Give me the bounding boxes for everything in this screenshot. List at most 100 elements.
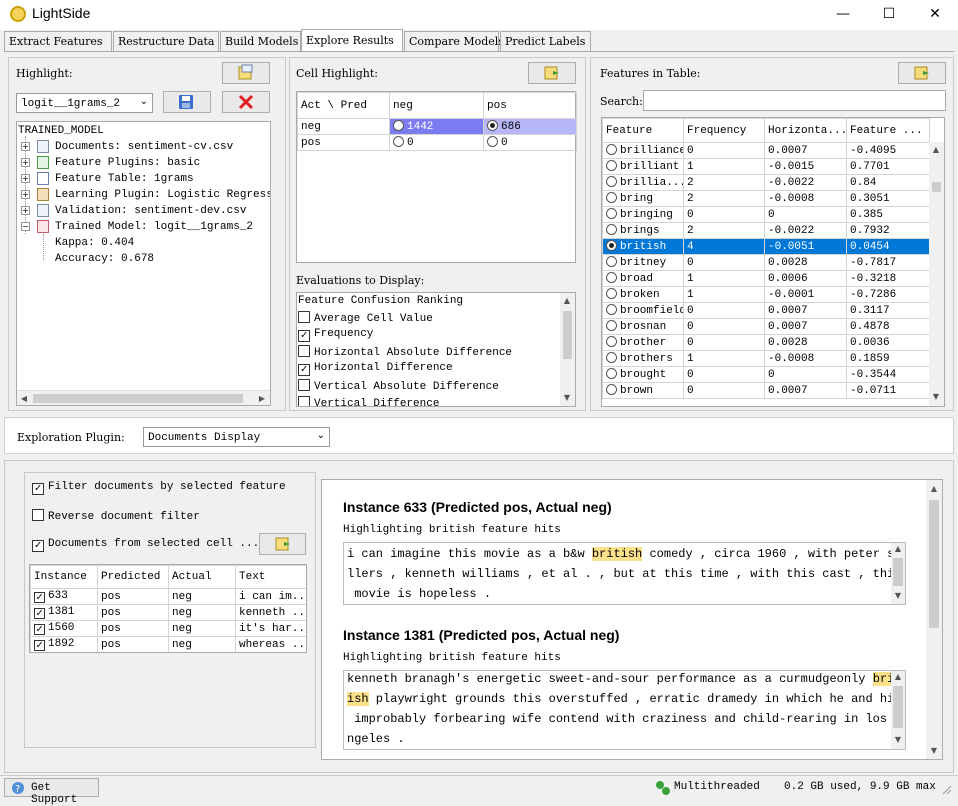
radio-icon[interactable]: [606, 336, 617, 347]
radio-icon[interactable]: [606, 208, 617, 219]
checkbox-icon[interactable]: [298, 396, 310, 406]
scroll-thumb[interactable]: [893, 686, 903, 728]
scroll-up-icon[interactable]: ▲: [560, 296, 574, 305]
feature-row[interactable]: brother 0 0.0028 0.0036: [602, 334, 930, 351]
feature-row[interactable]: brillia... 2 -0.0022 0.84: [602, 174, 930, 191]
tab-explore-results[interactable]: Explore Results: [301, 29, 403, 51]
checkbox-checked-icon[interactable]: ✓: [32, 483, 44, 495]
scroll-thumb[interactable]: [563, 311, 572, 359]
delete-model-button[interactable]: [222, 91, 270, 113]
feature-row[interactable]: bringing 0 0 0.385: [602, 206, 930, 223]
tree-validation[interactable]: Validation: sentiment-dev.csv: [55, 205, 246, 217]
instance-row[interactable]: ✓ 1381 pos neg kenneth ...: [30, 604, 306, 621]
feature-row[interactable]: broomfield 0 0.0007 0.3117: [602, 302, 930, 319]
checkbox-icon[interactable]: [298, 345, 310, 357]
scroll-up-icon[interactable]: ▲: [927, 484, 941, 493]
scroll-down-icon[interactable]: ▼: [560, 393, 574, 402]
search-input[interactable]: [643, 90, 946, 111]
matrix-cell[interactable]: 1442: [389, 118, 484, 135]
scroll-thumb[interactable]: [932, 182, 941, 192]
col-text[interactable]: Text: [235, 565, 306, 589]
instance-row[interactable]: ✓ 1892 pos neg whereas ...: [30, 636, 306, 652]
tree-trained-model[interactable]: Trained Model: logit__1grams_2: [55, 221, 253, 233]
evaluation-item[interactable]: Vertical Difference: [298, 396, 439, 406]
feature-row[interactable]: brings 2 -0.0022 0.7932: [602, 222, 930, 239]
doc-scrollbar[interactable]: ▲ ▼: [891, 671, 905, 749]
evaluation-item[interactable]: Vertical Absolute Difference: [298, 379, 499, 393]
expand-icon[interactable]: +: [21, 190, 30, 199]
col-actual[interactable]: Actual: [168, 565, 236, 589]
evaluation-item[interactable]: Average Cell Value: [298, 311, 433, 325]
scroll-up-icon[interactable]: ▲: [891, 672, 905, 681]
features-scrollbar[interactable]: ▲ ▼: [929, 142, 944, 406]
doc-scrollbar[interactable]: ▲ ▼: [891, 543, 905, 604]
checkbox-icon[interactable]: [298, 379, 310, 391]
checkbox-checked-icon[interactable]: ✓: [34, 640, 45, 652]
documents-from-cell[interactable]: ✓ Documents from selected cell ...: [32, 538, 259, 552]
radio-icon[interactable]: [606, 192, 617, 203]
radio-icon[interactable]: [606, 288, 617, 299]
tree-learning-plugin[interactable]: Learning Plugin: Logistic Regressic: [55, 189, 270, 201]
tree-scrollbar-h[interactable]: ◀ ▶: [17, 390, 270, 405]
exploration-plugin-select[interactable]: Documents Display ⌄: [143, 427, 330, 447]
feature-row[interactable]: brilliant 1 -0.0015 0.7701: [602, 158, 930, 175]
scroll-down-icon[interactable]: ▼: [891, 735, 905, 744]
instance-row[interactable]: ✓ 1560 pos neg it's har...: [30, 620, 306, 637]
expand-icon[interactable]: +: [21, 206, 30, 215]
tab-build-models[interactable]: Build Models: [220, 31, 301, 51]
tree-feature-plugins[interactable]: Feature Plugins: basic: [55, 157, 200, 169]
scroll-up-icon[interactable]: ▲: [891, 544, 905, 553]
save-model-button[interactable]: [163, 91, 211, 113]
scroll-thumb[interactable]: [893, 558, 903, 586]
radio-icon[interactable]: [606, 176, 617, 187]
features-export-button[interactable]: [898, 62, 946, 84]
radio-icon[interactable]: [606, 320, 617, 331]
col-instance[interactable]: Instance: [30, 565, 98, 589]
radio-icon[interactable]: [606, 272, 617, 283]
radio-icon[interactable]: [606, 304, 617, 315]
checkbox-checked-icon[interactable]: ✓: [298, 364, 310, 376]
tree-documents[interactable]: Documents: sentiment-cv.csv: [55, 141, 233, 153]
col-horizontal[interactable]: Horizonta...: [764, 118, 847, 143]
evaluation-item[interactable]: Horizontal Absolute Difference: [298, 345, 512, 359]
close-button[interactable]: ✕: [912, 0, 958, 30]
feature-row[interactable]: brosnan 0 0.0007 0.4878: [602, 318, 930, 335]
cell-export-button[interactable]: [528, 62, 576, 84]
tab-compare-models[interactable]: Compare Models: [404, 31, 504, 51]
radio-icon[interactable]: [606, 144, 617, 155]
feature-row[interactable]: bring 2 -0.0008 0.3051: [602, 190, 930, 207]
instance-row[interactable]: ✓ 633 pos neg i can im...: [30, 588, 306, 605]
radio-icon[interactable]: [606, 160, 617, 171]
matrix-cell-selected[interactable]: 686: [483, 118, 577, 135]
expand-icon[interactable]: +: [21, 158, 30, 167]
matrix-cell[interactable]: 0: [389, 134, 484, 151]
model-select[interactable]: logit__1grams_2 ⌄: [16, 93, 153, 113]
feature-row[interactable]: broken 1 -0.0001 -0.7286: [602, 286, 930, 303]
collapse-icon[interactable]: −: [21, 222, 30, 231]
documents-export-button[interactable]: [259, 533, 306, 555]
resize-grip-icon[interactable]: [940, 783, 952, 795]
maximize-button[interactable]: ☐: [866, 0, 912, 30]
feature-row[interactable]: british 4 -0.0051 0.0454: [602, 238, 930, 255]
feature-row[interactable]: brilliance 0 0.0007 -0.4095: [602, 142, 930, 159]
col-feature[interactable]: Feature: [602, 118, 684, 143]
matrix-cell[interactable]: 0: [483, 134, 577, 151]
feature-row[interactable]: britney 0 0.0028 -0.7817: [602, 254, 930, 271]
evaluations-scrollbar[interactable]: ▲ ▼: [560, 293, 575, 406]
scroll-up-icon[interactable]: ▲: [929, 145, 943, 154]
export-button[interactable]: [222, 62, 270, 84]
checkbox-checked-icon[interactable]: ✓: [298, 330, 310, 342]
radio-selected-icon[interactable]: [606, 240, 617, 251]
scroll-thumb[interactable]: [33, 394, 243, 403]
reverse-filter[interactable]: Reverse document filter: [32, 509, 200, 523]
filter-by-feature[interactable]: ✓ Filter documents by selected feature: [32, 481, 286, 495]
checkbox-checked-icon[interactable]: ✓: [32, 540, 44, 552]
checkbox-icon[interactable]: [298, 311, 310, 323]
checkbox-checked-icon[interactable]: ✓: [34, 608, 45, 620]
radio-icon[interactable]: [606, 224, 617, 235]
scroll-thumb[interactable]: [929, 500, 939, 628]
scroll-down-icon[interactable]: ▼: [927, 746, 941, 755]
feature-row[interactable]: brown 0 0.0007 -0.0711: [602, 382, 930, 399]
evaluation-item[interactable]: ✓ Horizontal Difference: [298, 362, 453, 376]
expand-icon[interactable]: +: [21, 142, 30, 151]
